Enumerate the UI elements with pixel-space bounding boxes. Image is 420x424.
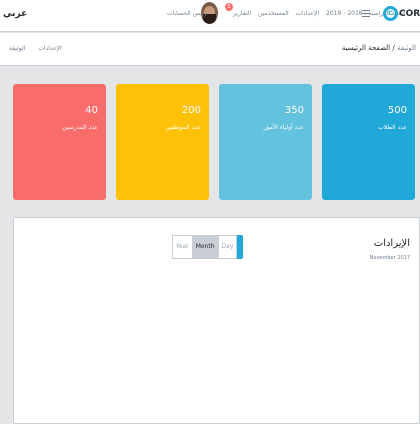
stat-value: 350	[284, 105, 304, 116]
period-day-button[interactable]: Day	[218, 235, 238, 259]
breadcrumb-home[interactable]: الصفحة الرئيسية	[342, 44, 390, 52]
brand-text: COREUI	[399, 9, 420, 19]
breadcrumb-bar: الوثيقة / الصفحة الرئيسية الإعدادات الوث…	[0, 33, 420, 66]
stat-value: 40	[85, 105, 98, 116]
breadcrumb-separator: /	[390, 44, 395, 52]
chart-title: الإيرادات	[373, 238, 410, 249]
breadcrumb-menu: الإعدادات الوثيقة	[9, 45, 73, 52]
stat-label: عدد الطلاب	[378, 124, 407, 131]
stat-card-parents[interactable]: 350 عدد أولياء الأمور	[219, 84, 312, 200]
nav-link-settings[interactable]: الإعدادات	[296, 10, 319, 17]
period-month-button[interactable]: Month	[192, 235, 219, 259]
hamburger-icon[interactable]	[362, 10, 370, 19]
stat-value: 500	[387, 105, 407, 116]
stat-card-teachers[interactable]: 40 عدد المدرسين	[13, 84, 106, 200]
brand-main: CORE	[399, 9, 420, 19]
brand-mark-icon: C	[383, 6, 398, 21]
language-selector[interactable]: عربي	[3, 9, 27, 19]
stat-card-students[interactable]: 500 عدد الطلاب	[322, 84, 415, 200]
revenue-chart-card: الإيرادات November 2017 Year Month Day	[13, 217, 420, 424]
stat-label: عدد أولياء الأمور	[263, 124, 304, 131]
breadcrumb: الوثيقة / الصفحة الرئيسية	[342, 44, 416, 52]
top-navbar: عربي رئيس الحسابات 5 السنة الدراسية : 20…	[0, 0, 420, 32]
stat-card-employees[interactable]: 200 عدد الموظفين	[116, 84, 209, 200]
user-name[interactable]: رئيس الحسابات	[167, 10, 207, 17]
period-toggle: Year Month Day	[172, 235, 238, 259]
breadcrumb-menu-settings[interactable]: الإعدادات	[38, 45, 61, 52]
stat-value: 200	[181, 105, 201, 116]
chart-subtitle: November 2017	[369, 255, 410, 261]
breadcrumb-menu-document[interactable]: الوثيقة	[9, 45, 25, 52]
period-year-button[interactable]: Year	[172, 235, 193, 259]
notification-badge[interactable]: 5	[225, 3, 233, 11]
breadcrumb-current: الوثيقة	[396, 44, 416, 52]
nav-link-users[interactable]: المستخدمين	[258, 10, 289, 17]
stat-label: عدد المدرسين	[62, 124, 98, 131]
stat-label: عدد الموظفين	[165, 124, 201, 131]
nav-link-reports[interactable]: التقارير	[233, 10, 251, 17]
